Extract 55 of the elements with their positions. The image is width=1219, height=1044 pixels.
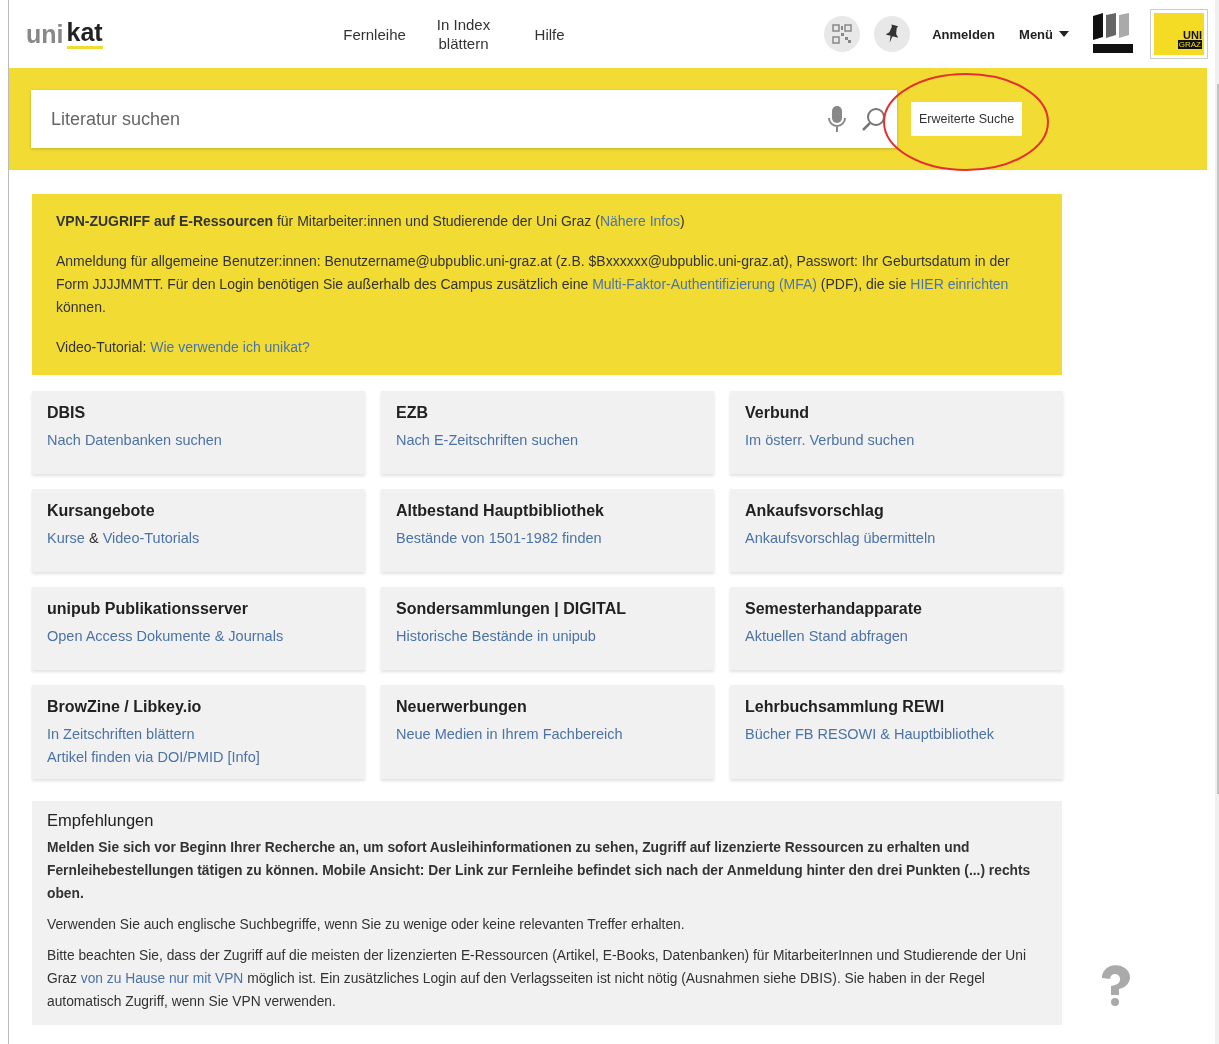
recommendation-text: Melden Sie sich vor Beginn Ihrer Recherche an, um sofort Ausleihinformationen zu sehen, Zugriff auf lizenzierte Ressourcen zu erhalten und Fernleihebestellungen tätigen zu können. Mobile Ansicht: Der Link zur Fernleihe befindet sich nach der Anmeldung hinter den drei Punkten (...) rechts oben. bbox=[47, 839, 1032, 903]
text-link[interactable]: HIER einrichten bbox=[910, 276, 1009, 292]
tile-title: Altbestand Hauptbibliothek bbox=[396, 502, 605, 520]
qr-code-button[interactable] bbox=[824, 16, 861, 52]
text-link[interactable]: Bücher FB RESOWI & Hauptbibliothek bbox=[745, 726, 995, 742]
text-link[interactable]: Wie verwende ich unikat? bbox=[150, 339, 310, 355]
microphone-icon[interactable] bbox=[827, 105, 847, 133]
notice-text: VPN-ZUGRIFF auf E-Ressourcen für Mitarbeiter:innen und Studierende der Uni Graz (Nähere Infos) bbox=[56, 212, 686, 231]
advanced-search-button[interactable]: Erweiterte Suche bbox=[911, 102, 1023, 136]
text-link[interactable]: Im österr. Verbund suchen bbox=[745, 432, 915, 448]
qr-code-icon bbox=[831, 23, 854, 45]
recommendation-text: Bitte beachten Sie, dass der Zugriff auf die meisten der lizenzierten E-Ressourcen (Artikel, E-Books, Datenbanken) für MitarbeiterInnen und Studierende der Uni Graz von zu Hause nur mit VPN möglich ist. Ein zusätzliches Login auf den Verlagsseiten ist nicht nötig (Ausnahmen siehe DBIS). Sie haben in der Regel automatisch Zugriff, wenn Sie VPN verwenden. bbox=[47, 947, 1028, 1011]
tile-title: DBIS bbox=[47, 404, 87, 422]
nav-link[interactable]: In Index blättern bbox=[434, 15, 493, 53]
notice-text: Anmeldung für allgemeine Benutzer:innen: Benutzername@ubpublic.uni-graz.at (z.B. $Bxxxxxx@ubpublic.uni-graz.at), Passwort: Ihr Geburtsdatum in der Form JJJJMMTT. Für den Login benötigen Sie außerhalb des Campus zusätzlich eine Multi-Faktor-Authentifizierung (MFA) (PDF), die sie HIER einrichten können. bbox=[56, 252, 1011, 317]
nav-link[interactable]: Hilfe bbox=[518, 24, 581, 44]
tile-title: Lehrbuchsammlung REWI bbox=[745, 698, 946, 716]
tile-title: Sondersammlungen | DIGITAL bbox=[396, 600, 627, 618]
login-link[interactable]: Anmelden bbox=[932, 26, 996, 42]
notice-text: Video-Tutorial: Wie verwende ich unikat? bbox=[56, 338, 311, 357]
text-link[interactable]: Open Access Dokumente & Journals bbox=[47, 628, 284, 644]
tile-title: EZB bbox=[396, 404, 429, 422]
text-link[interactable]: In Zeitschriften blättern bbox=[47, 726, 195, 742]
text-link[interactable]: [Info] bbox=[227, 749, 260, 765]
text-link[interactable]: Aktuellen Stand abfragen bbox=[745, 628, 908, 644]
text-link[interactable]: Kurse bbox=[47, 530, 85, 546]
tile-title: Ankaufsvorschlag bbox=[745, 502, 885, 520]
text-link[interactable]: Multi-Faktor-Authentifizierung (MFA) bbox=[592, 276, 817, 292]
nav-link[interactable]: Fernleihe bbox=[340, 24, 409, 44]
caret-icon bbox=[1059, 31, 1069, 37]
tile-title: Neuerwerbungen bbox=[396, 698, 528, 716]
text-link[interactable]: Artikel finden via DOI/PMID bbox=[47, 749, 224, 765]
text-link[interactable]: Nach Datenbanken suchen bbox=[47, 432, 222, 448]
tile-title: Verbund bbox=[745, 404, 810, 422]
text-link[interactable]: Nach E-Zeitschriften suchen bbox=[396, 432, 579, 448]
tile-title: Kursangebote bbox=[47, 502, 156, 520]
text-link[interactable]: Nähere Infos bbox=[599, 213, 681, 229]
recommendation-text: Verwenden Sie auch englische Suchbegriffe, wenn Sie zu wenige oder keine relevanten Treffer erhalten. bbox=[47, 916, 686, 934]
panel-title: Empfehlungen bbox=[47, 811, 155, 830]
menu-button[interactable]: Menü bbox=[1019, 26, 1069, 42]
search-field[interactable]: Literatur suchen bbox=[31, 90, 897, 148]
text-link[interactable]: Historische Bestände in unipub bbox=[396, 628, 596, 644]
search-icon[interactable] bbox=[861, 106, 887, 132]
text-link[interactable]: Video-Tutorials bbox=[102, 530, 200, 546]
university-logo[interactable]: UNI GRAZ bbox=[1151, 10, 1207, 58]
tile-title: Semesterhandapparate bbox=[745, 600, 923, 618]
tile-title: unipub Publikationsserver bbox=[47, 600, 249, 618]
tile-title: BrowZine / Libkey.io bbox=[47, 698, 203, 716]
pin-button[interactable] bbox=[874, 16, 911, 52]
text-link[interactable]: von zu Hause nur mit VPN bbox=[80, 971, 244, 986]
tile-links: Kurse & Video-Tutorials bbox=[47, 529, 201, 548]
text-link[interactable]: Bestände von 1501-1982 finden bbox=[396, 530, 602, 546]
text-link[interactable]: Ankaufsvorschlag übermitteln bbox=[745, 530, 936, 546]
unikat-logo[interactable]: uni kat bbox=[26, 19, 103, 49]
text-link[interactable]: Neue Medien in Ihrem Fachbereich bbox=[396, 726, 623, 742]
